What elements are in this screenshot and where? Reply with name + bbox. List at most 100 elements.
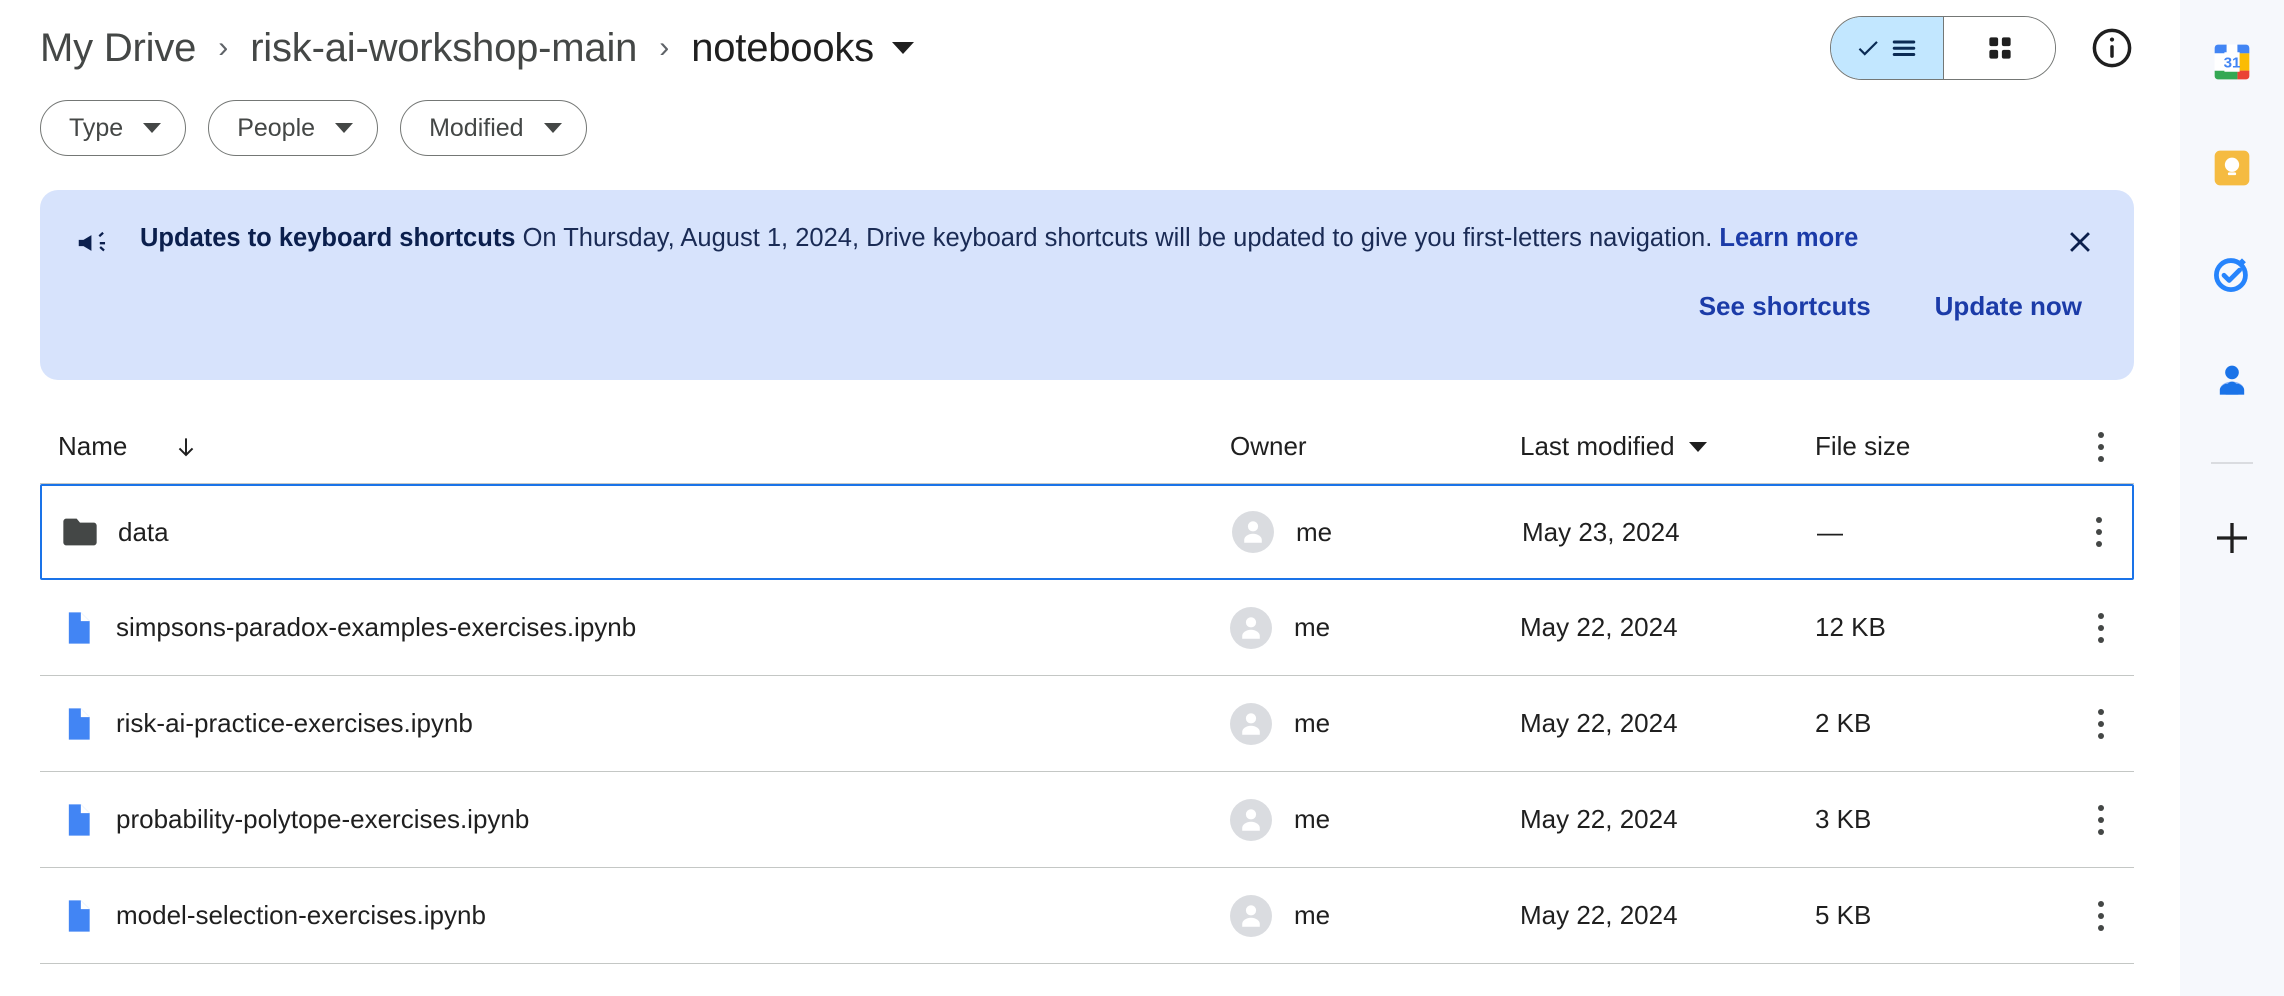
file-list-table: Name Owner Last modified File size data … <box>40 410 2134 964</box>
cell-name: data <box>42 512 1232 552</box>
header-actions <box>1830 16 2142 80</box>
row-more-actions-button[interactable] <box>2015 797 2134 843</box>
person-icon <box>1242 616 1260 639</box>
table-row[interactable]: simpsons-paradox-examples-exercises.ipyn… <box>40 580 2134 676</box>
file-icon <box>58 608 98 648</box>
header: My Drive › risk-ai-workshop-main › noteb… <box>0 0 2180 96</box>
file-name: probability-polytope-exercises.ipynb <box>116 804 530 834</box>
details-info-button[interactable] <box>2082 18 2142 78</box>
add-app-button[interactable] <box>2196 502 2268 574</box>
calendar-day-badge: 31 <box>2224 54 2241 71</box>
filter-chip-type[interactable]: Type <box>40 100 187 156</box>
main-content: My Drive › risk-ai-workshop-main › noteb… <box>0 0 2180 996</box>
file-name: model-selection-exercises.ipynb <box>116 900 486 930</box>
see-shortcuts-button[interactable]: See shortcuts <box>1699 291 1871 322</box>
banner-actions: See shortcuts Update now <box>74 291 2100 322</box>
cell-owner: me <box>1230 702 1520 745</box>
owner-name: me <box>1294 708 1331 738</box>
cell-owner: me <box>1230 606 1520 649</box>
banner-body: On Thursday, August 1, 2024, Drive keybo… <box>515 224 1720 252</box>
banner-title: Updates to keyboard shortcuts <box>140 224 516 252</box>
chevron-down-icon <box>1688 441 1707 452</box>
column-header-owner[interactable]: Owner <box>1230 431 1520 462</box>
owner-name: me <box>1294 612 1331 642</box>
more-options-icon[interactable] <box>2090 605 2112 651</box>
google-contacts-icon[interactable] <box>2196 344 2268 416</box>
filter-chip-people[interactable]: People <box>208 100 379 156</box>
avatar <box>1230 702 1272 745</box>
filter-chip-people-label: People <box>237 113 316 142</box>
list-view-button[interactable] <box>1831 17 1943 79</box>
sort-descending-arrow-icon <box>173 434 199 460</box>
filter-chip-type-label: Type <box>69 113 124 142</box>
more-options-icon[interactable] <box>2090 701 2112 747</box>
breadcrumb-item-notebooks[interactable]: notebooks <box>691 26 874 71</box>
row-more-actions-button[interactable] <box>2017 509 2132 555</box>
more-options-icon[interactable] <box>2088 509 2110 555</box>
cell-owner: me <box>1230 798 1520 841</box>
column-header-file-size[interactable]: File size <box>1815 431 2015 462</box>
google-calendar-icon[interactable]: 31 <box>2196 26 2268 98</box>
person-icon <box>1242 808 1260 831</box>
breadcrumb-dropdown-caret-icon[interactable] <box>891 42 914 54</box>
close-icon <box>2070 232 2090 252</box>
cell-name: model-selection-exercises.ipynb <box>40 896 1230 936</box>
table-row[interactable]: model-selection-exercises.ipynb me May 2… <box>40 868 2134 964</box>
file-name: risk-ai-practice-exercises.ipynb <box>116 708 473 738</box>
grid-squares-icon <box>1988 37 2011 59</box>
cell-owner: me <box>1230 894 1520 937</box>
google-keep-icon[interactable] <box>2196 132 2268 204</box>
chevron-down-icon <box>335 123 354 133</box>
row-more-actions-button[interactable] <box>2015 893 2134 939</box>
banner-learn-more-link[interactable]: Learn more <box>1719 224 1858 252</box>
cell-file-size: 5 KB <box>1815 900 1872 930</box>
avatar <box>1230 798 1272 841</box>
row-more-actions-button[interactable] <box>2015 605 2134 651</box>
cell-name: probability-polytope-exercises.ipynb <box>40 800 1230 840</box>
keyboard-shortcuts-banner: Updates to keyboard shortcuts On Thursda… <box>40 190 2134 380</box>
cell-file-size: 12 KB <box>1815 612 1886 642</box>
chevron-down-icon <box>143 123 162 133</box>
more-options-icon[interactable] <box>2090 797 2112 843</box>
more-options-icon[interactable] <box>2090 424 2112 470</box>
owner-name: me <box>1296 516 1333 547</box>
table-header-row: Name Owner Last modified File size <box>40 410 2134 484</box>
cell-last-modified: May 22, 2024 <box>1520 900 1678 930</box>
cell-file-size: — <box>1817 516 1843 547</box>
breadcrumb-item-risk-ai-workshop-main[interactable]: risk-ai-workshop-main <box>250 26 637 71</box>
person-icon <box>1244 521 1262 543</box>
info-circle-icon <box>2092 28 2132 68</box>
column-header-last-modified[interactable]: Last modified <box>1520 431 1815 462</box>
cell-last-modified: May 22, 2024 <box>1520 708 1678 738</box>
folder-icon <box>60 512 100 552</box>
column-header-name[interactable]: Name <box>40 431 1230 462</box>
table-row[interactable]: data me May 23, 2024 — <box>40 484 2134 580</box>
file-name: simpsons-paradox-examples-exercises.ipyn… <box>116 612 637 642</box>
cell-last-modified: May 22, 2024 <box>1520 804 1678 834</box>
owner-name: me <box>1294 900 1331 930</box>
table-options-button[interactable] <box>2015 424 2134 470</box>
side-panel-divider <box>2211 462 2253 464</box>
banner-content: Updates to keyboard shortcuts On Thursda… <box>74 220 2100 267</box>
check-icon <box>1858 41 1878 56</box>
cell-last-modified: May 23, 2024 <box>1522 516 1680 547</box>
table-row[interactable]: probability-polytope-exercises.ipynb me … <box>40 772 2134 868</box>
file-icon <box>58 800 98 840</box>
row-more-actions-button[interactable] <box>2015 701 2134 747</box>
google-tasks-icon[interactable] <box>2196 238 2268 310</box>
table-row[interactable]: risk-ai-practice-exercises.ipynb me May … <box>40 676 2134 772</box>
cell-name: simpsons-paradox-examples-exercises.ipyn… <box>40 608 1230 648</box>
more-options-icon[interactable] <box>2090 893 2112 939</box>
owner-name: me <box>1294 804 1331 834</box>
grid-view-button[interactable] <box>1943 17 2055 79</box>
column-header-owner-label: Owner <box>1230 431 1307 461</box>
banner-close-button[interactable] <box>2056 218 2104 266</box>
filter-chip-modified[interactable]: Modified <box>400 100 587 156</box>
breadcrumb-separator: › <box>218 31 229 64</box>
filter-chips: Type People Modified <box>0 100 2180 156</box>
column-header-last-modified-label: Last modified <box>1520 431 1675 461</box>
breadcrumb-item-my-drive[interactable]: My Drive <box>40 26 196 71</box>
person-icon <box>1242 904 1260 927</box>
file-name: data <box>118 516 169 547</box>
update-now-button[interactable]: Update now <box>1935 291 2082 322</box>
